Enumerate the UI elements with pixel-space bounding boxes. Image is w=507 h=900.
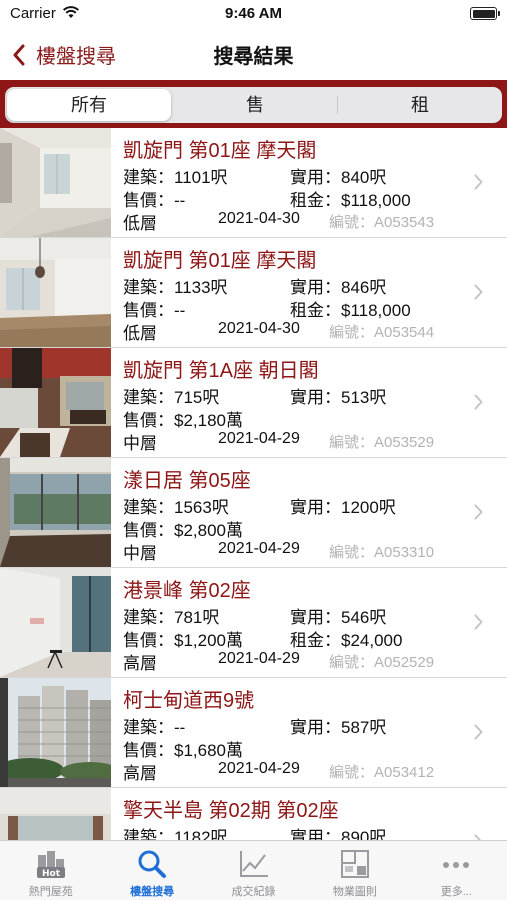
sale-price: 售價：$1,680萬 (123, 741, 243, 760)
listing-row[interactable]: 柯士甸道西9號 建築：-- 實用：587呎 售價：$1,680萬 高層 2021… (0, 678, 507, 788)
chevron-right-icon (474, 394, 483, 410)
listing-photo (0, 128, 111, 237)
tab-transactions[interactable]: 成交紀錄 (203, 841, 304, 900)
listing-code: 編號：A053543 (329, 214, 435, 231)
tab-label: 更多... (440, 886, 472, 898)
listing-date: 2021-04-30 (218, 210, 300, 227)
rent-price: 租金：$118,000 (290, 301, 411, 320)
gross-area: 建築：781呎 (123, 608, 220, 627)
filter-tab-all[interactable]: 所有 (7, 89, 171, 121)
type-filter-segmented-control: 所有 售 租 (5, 87, 502, 123)
listing-date: 2021-04-29 (218, 650, 300, 667)
sale-price: 售價：$2,180萬 (123, 411, 243, 430)
gross-area: 建築：715呎 (123, 388, 220, 407)
gross-area: 建築：1133呎 (123, 278, 228, 297)
listing-title: 柯士甸道西9號 (123, 690, 255, 712)
navigation-bar: 樓盤搜尋 搜尋結果 (0, 28, 507, 80)
saleable-area: 實用：513呎 (290, 388, 387, 407)
listing-row[interactable]: 漾日居 第05座 建築：1563呎 實用：1200呎 售價：$2,800萬 中層… (0, 458, 507, 568)
floor-level: 低層 (123, 324, 157, 343)
svg-text:Hot: Hot (42, 869, 61, 879)
battery-icon (470, 7, 500, 20)
listing-title: 凱旋門 第01座 摩天閣 (123, 140, 317, 162)
tab-label: 成交紀錄 (231, 886, 276, 898)
listing-title: 凱旋門 第01座 摩天閣 (123, 250, 317, 272)
saleable-area: 實用：1200呎 (290, 498, 396, 517)
listing-row[interactable]: 凱旋門 第1A座 朝日閣 建築：715呎 實用：513呎 售價：$2,180萬 … (0, 348, 507, 458)
listing-title: 漾日居 第05座 (123, 470, 251, 492)
gross-area: 建築：1101呎 (123, 168, 228, 187)
listing-title: 凱旋門 第1A座 朝日閣 (123, 360, 319, 382)
chevron-right-icon (474, 504, 483, 520)
search-results-list[interactable]: 凱旋門 第01座 摩天閣 建築：1101呎 實用：840呎 售價：-- 租金：$… (0, 128, 507, 840)
filter-tab-rent[interactable]: 租 (338, 87, 502, 123)
listing-code: 編號：A053544 (329, 324, 435, 341)
chevron-right-icon (474, 614, 483, 630)
listing-row[interactable]: 凱旋門 第01座 摩天閣 建築：1133呎 實用：846呎 售價：-- 租金：$… (0, 238, 507, 348)
listing-photo (0, 788, 111, 840)
hot-buildings-icon: Hot (36, 851, 65, 879)
chevron-right-icon (474, 174, 483, 190)
listing-photo (0, 568, 111, 677)
saleable-area: 實用：840呎 (290, 168, 387, 187)
filter-band: 所有 售 租 (0, 80, 507, 128)
saleable-area: 實用：846呎 (290, 278, 387, 297)
gross-area: 建築：1563呎 (123, 498, 229, 517)
listing-date: 2021-04-29 (218, 540, 300, 557)
saleable-area: 實用：890呎 (290, 828, 387, 840)
sale-price: 售價：$2,800萬 (123, 521, 243, 540)
listing-code: 編號：A052529 (329, 654, 435, 671)
filter-tab-sale[interactable]: 售 (173, 87, 337, 123)
listing-title: 擎天半島 第02期 第02座 (123, 800, 339, 822)
floor-level: 中層 (123, 434, 157, 453)
listing-photo (0, 348, 111, 457)
listing-code: 編號：A053310 (329, 544, 435, 561)
listing-date: 2021-04-30 (218, 320, 300, 337)
saleable-area: 實用：546呎 (290, 608, 387, 627)
listing-date: 2021-04-29 (218, 760, 300, 777)
listing-code: 編號：A053412 (329, 764, 435, 781)
listing-row[interactable]: 凱旋門 第01座 摩天閣 建築：1101呎 實用：840呎 售價：-- 租金：$… (0, 128, 507, 238)
status-bar: Carrier 9:46 AM (0, 0, 507, 28)
listing-title: 港景峰 第02座 (123, 580, 251, 602)
tab-label: 熱門屋苑 (28, 886, 73, 898)
tab-hot-estates[interactable]: Hot 熱門屋苑 (0, 841, 101, 900)
sale-price: 售價：-- (123, 191, 186, 210)
saleable-area: 實用：587呎 (290, 718, 387, 737)
sale-price: 售價：-- (123, 301, 186, 320)
listing-code: 編號：A053529 (329, 434, 435, 451)
gross-area: 建築：-- (123, 718, 186, 737)
listing-date: 2021-04-29 (218, 430, 300, 447)
tab-floor-plans[interactable]: 物業圖則 (304, 841, 405, 900)
bottom-tab-bar: Hot 熱門屋苑 樓盤搜尋 成交紀錄 物業圖則 更多... (0, 840, 507, 900)
clock: 9:46 AM (225, 5, 282, 22)
chevron-right-icon (474, 284, 483, 300)
rent-price: 租金：$24,000 (290, 631, 403, 650)
floor-level: 高層 (123, 764, 157, 783)
listing-photo (0, 678, 111, 787)
line-chart-icon (239, 851, 268, 877)
listing-photo (0, 238, 111, 347)
floor-level: 低層 (123, 214, 157, 233)
sale-price: 售價：$1,200萬 (123, 631, 243, 650)
page-title: 搜尋結果 (213, 46, 294, 68)
tab-label: 物業圖則 (332, 886, 377, 898)
floor-level: 高層 (123, 654, 157, 673)
listing-row[interactable]: 擎天半島 第02期 第02座 建築：1182呎 實用：890呎 (0, 788, 507, 840)
search-icon (138, 850, 167, 878)
listing-photo (0, 458, 111, 567)
listing-row[interactable]: 港景峰 第02座 建築：781呎 實用：546呎 售價：$1,200萬 租金：$… (0, 568, 507, 678)
tab-property-search[interactable]: 樓盤搜尋 (101, 841, 202, 900)
tab-label: 樓盤搜尋 (130, 886, 175, 898)
more-icon (443, 862, 470, 868)
gross-area: 建築：1182呎 (123, 828, 228, 840)
rent-price: 租金：$118,000 (290, 191, 411, 210)
tab-more[interactable]: 更多... (406, 841, 507, 900)
floor-level: 中層 (123, 544, 157, 563)
floor-plan-icon (340, 850, 369, 878)
chevron-right-icon (474, 724, 483, 740)
